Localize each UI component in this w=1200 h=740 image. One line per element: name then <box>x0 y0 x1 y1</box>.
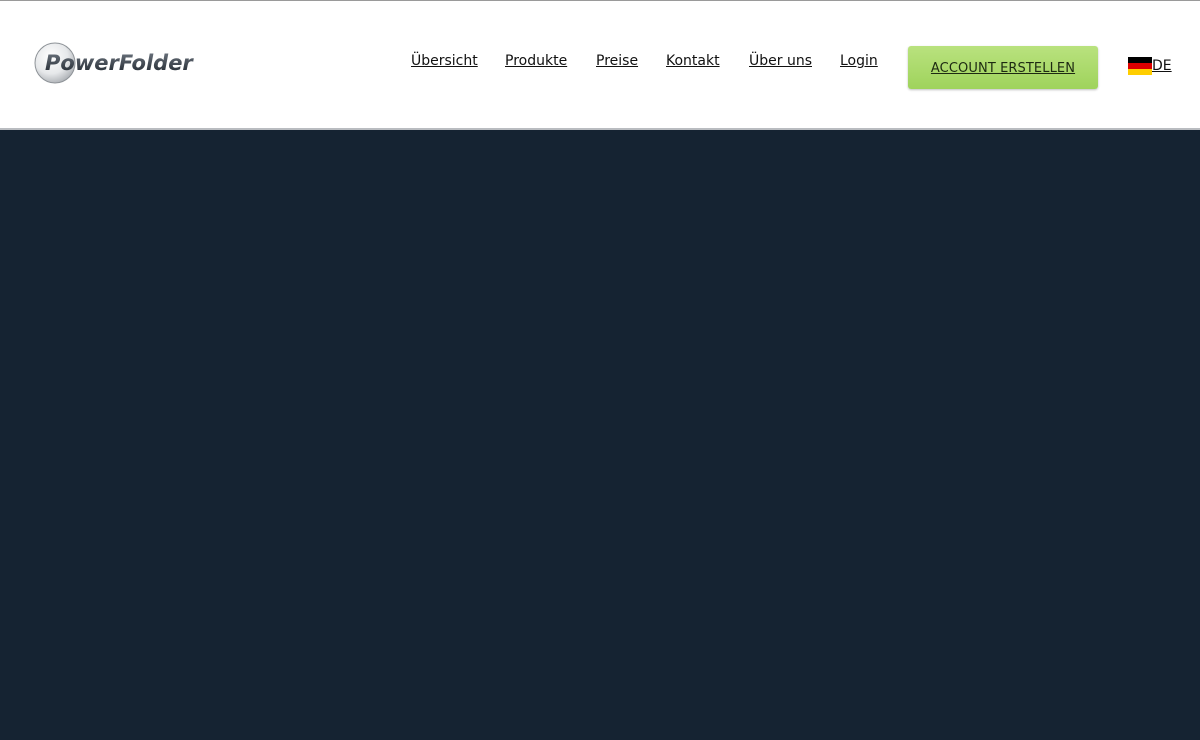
nav-item-produkte[interactable]: Produkte <box>505 52 567 70</box>
main-content-area <box>0 130 1200 740</box>
site-header: PowerFolder Übersicht Produkte Preise Ko… <box>0 0 1200 130</box>
language-code: DE <box>1152 58 1172 74</box>
germany-flag-icon <box>1128 57 1152 75</box>
create-account-button[interactable]: ACCOUNT ERSTELLEN <box>908 46 1098 89</box>
language-switcher[interactable]: DE <box>1128 56 1172 76</box>
nav-item-kontakt[interactable]: Kontakt <box>666 52 720 70</box>
nav-item-login[interactable]: Login <box>840 52 878 70</box>
nav-item-preise[interactable]: Preise <box>596 52 638 70</box>
nav-item-ueber-uns[interactable]: Über uns <box>749 52 812 70</box>
create-account-label: ACCOUNT ERSTELLEN <box>930 61 1076 76</box>
nav-item-uebersicht[interactable]: Übersicht <box>411 52 478 70</box>
